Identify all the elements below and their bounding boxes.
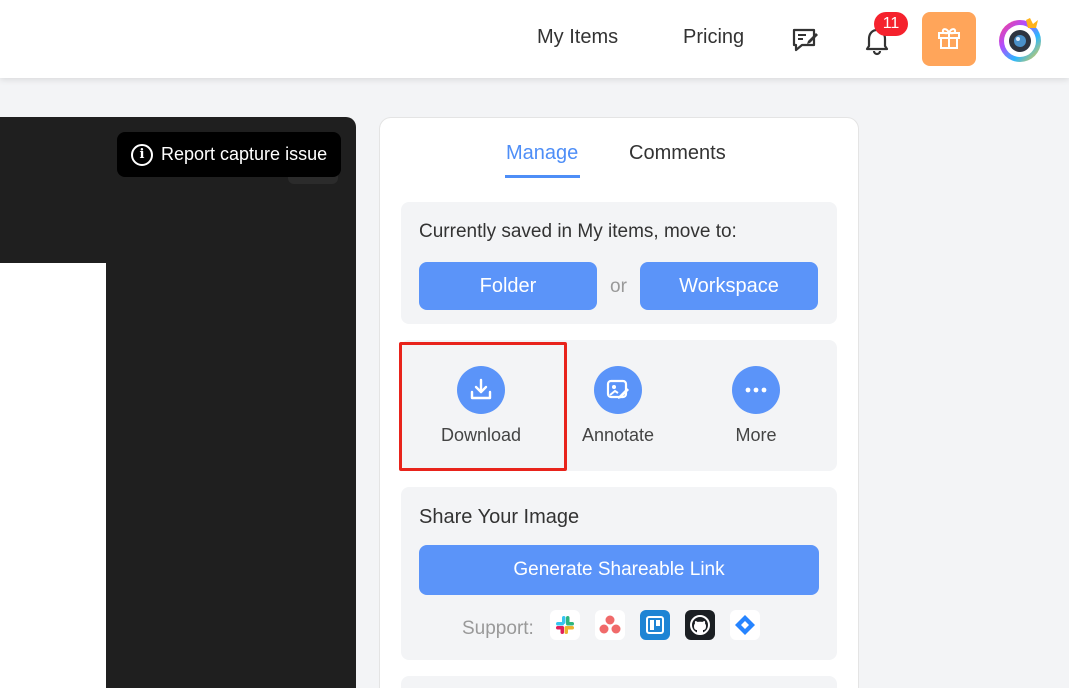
download-label: Download	[440, 425, 522, 445]
top-header: My Items Pricing 11	[0, 0, 1069, 78]
more-button[interactable]: More	[696, 366, 816, 446]
more-dots-icon	[732, 366, 780, 414]
generate-shareable-link-button[interactable]: Generate Shareable Link	[419, 545, 819, 595]
gift-button[interactable]	[922, 12, 976, 66]
annotate-icon	[594, 366, 642, 414]
workspace-button[interactable]: Workspace	[640, 262, 818, 310]
github-icon[interactable]	[685, 610, 715, 640]
report-capture-issue-button[interactable]: i Report capture issue	[117, 132, 341, 177]
download-icon	[457, 366, 505, 414]
support-label: Support:	[462, 618, 534, 639]
download-button[interactable]: Download	[421, 366, 541, 446]
report-capture-issue-label: Report capture issue	[161, 144, 328, 164]
folder-button[interactable]: Folder	[419, 262, 597, 310]
active-tab-indicator	[505, 175, 580, 178]
slack-icon[interactable]	[550, 610, 580, 640]
camera-avatar-icon[interactable]	[996, 14, 1046, 64]
gift-icon	[935, 23, 963, 56]
move-title: Currently saved in My items, move to:	[419, 221, 737, 242]
or-separator: or	[610, 276, 627, 297]
nav-my-items[interactable]: My Items	[537, 26, 618, 49]
feedback-edit-icon[interactable]	[789, 24, 821, 56]
info-icon: i	[131, 143, 153, 166]
next-card	[401, 676, 837, 688]
annotate-label: Annotate	[581, 425, 655, 445]
more-label: More	[735, 425, 777, 445]
tab-comments[interactable]: Comments	[629, 142, 726, 165]
notification-count-badge: 11	[874, 12, 908, 36]
captured-image-preview	[0, 263, 106, 688]
nav-pricing[interactable]: Pricing	[683, 26, 744, 49]
annotate-button[interactable]: Annotate	[558, 366, 678, 446]
jira-icon[interactable]	[730, 610, 760, 640]
trello-icon[interactable]	[640, 610, 670, 640]
tab-manage[interactable]: Manage	[506, 142, 578, 165]
asana-icon[interactable]	[595, 610, 625, 640]
share-title: Share Your Image	[419, 506, 580, 528]
